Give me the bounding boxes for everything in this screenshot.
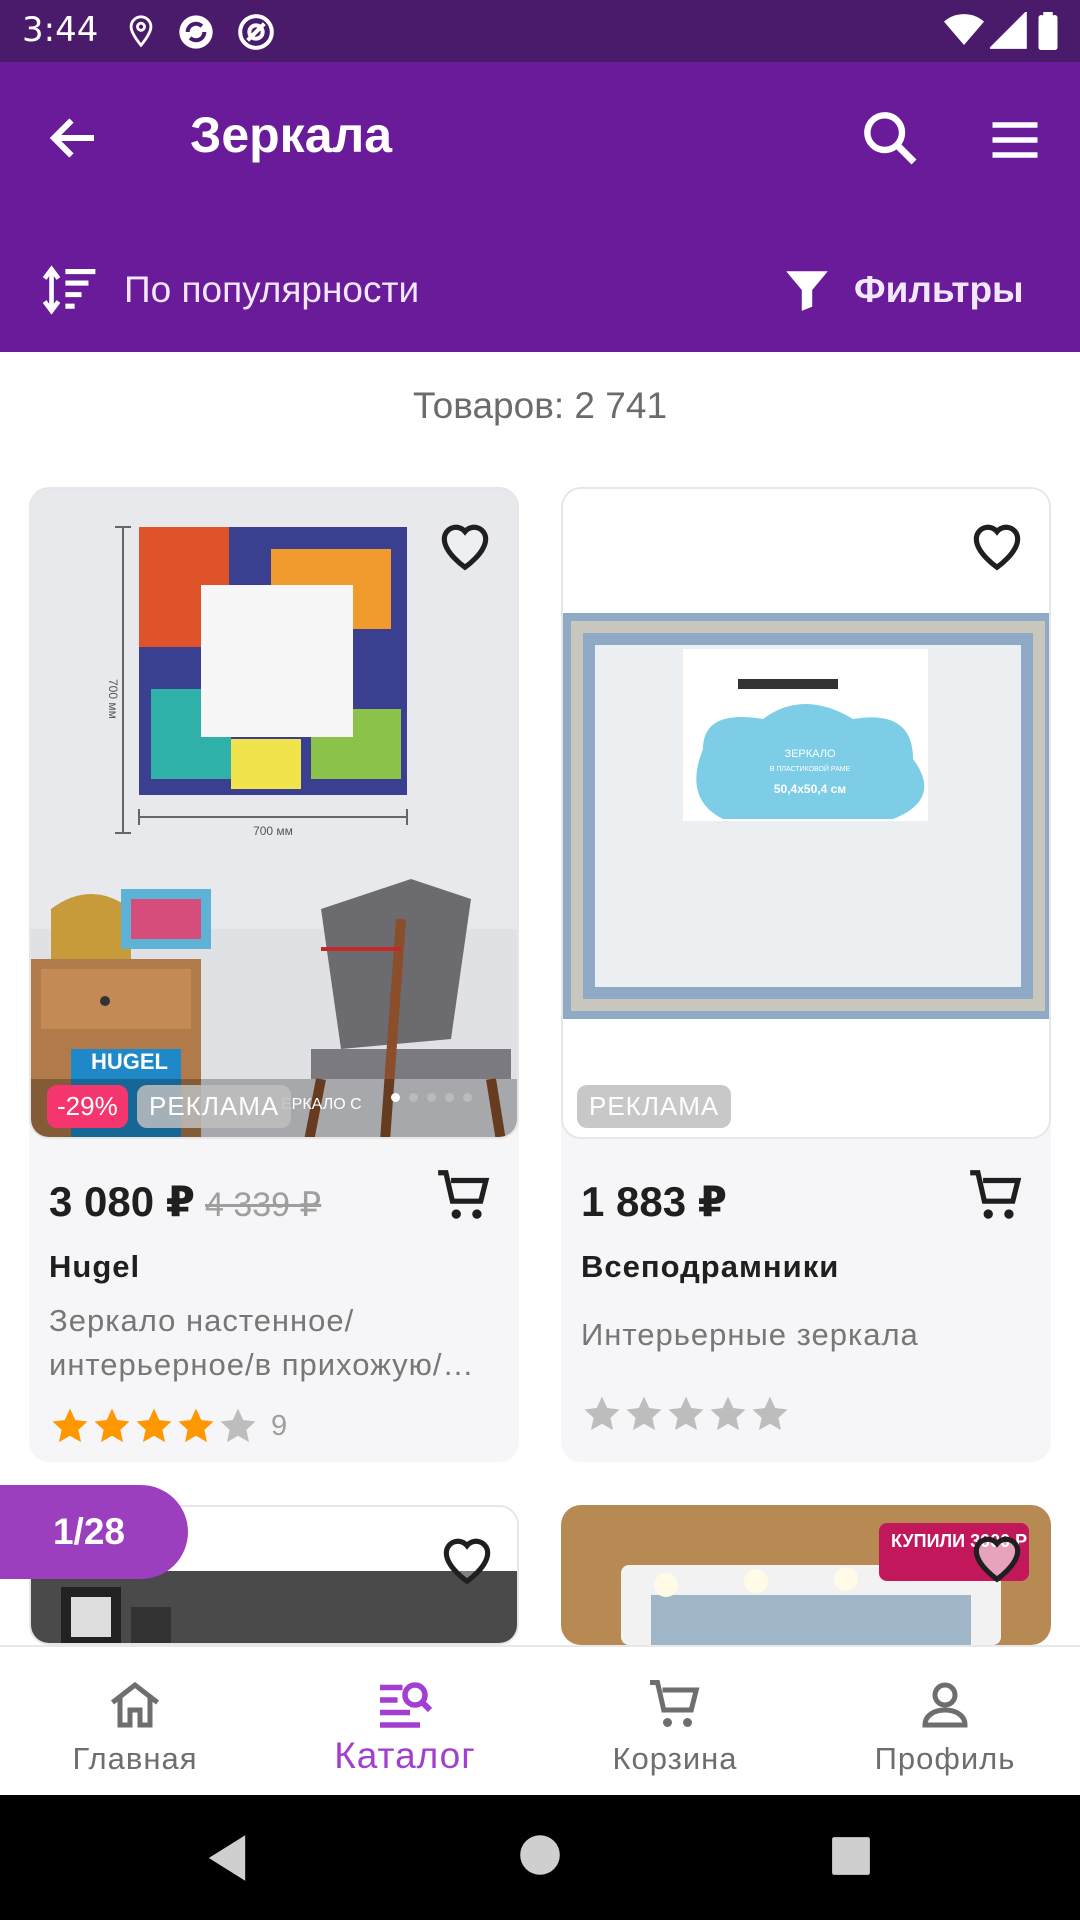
- product-card[interactable]: КУПИЛИ 3000 Р: [561, 1505, 1051, 1645]
- product-card[interactable]: 700 мм 700 мм HUGEL ЕРКАЛО С -29% РЕКЛАМ: [29, 487, 519, 1462]
- product-count: Товаров: 2 741: [412, 385, 668, 426]
- label-line-1: ЗЕРКАЛО: [784, 748, 836, 760]
- price: 1 883 ₽: [581, 1177, 727, 1226]
- back-arrow-icon[interactable]: [44, 108, 104, 168]
- filters-button[interactable]: Фильтры: [782, 250, 1024, 330]
- add-to-cart-icon[interactable]: [433, 1165, 495, 1227]
- star-empty-icon: [668, 1396, 704, 1431]
- page-indicator: 1/28: [0, 1485, 188, 1579]
- nav-item-profile[interactable]: Профиль: [810, 1647, 1080, 1795]
- product-image[interactable]: ЗЕРКАЛО В ПЛАСТИКОВОЙ РАМЕ 50,4x50,4 см …: [561, 487, 1051, 1139]
- battery-icon: [1038, 12, 1058, 50]
- back-triangle-icon[interactable]: [204, 1833, 250, 1883]
- favorite-heart-icon[interactable]: [436, 1527, 498, 1589]
- nav-label: Главная: [72, 1741, 198, 1776]
- signal-icon: [990, 12, 1027, 49]
- favorite-heart-icon[interactable]: [434, 513, 496, 575]
- add-to-cart-icon[interactable]: [965, 1165, 1027, 1227]
- star-empty-icon: [584, 1396, 620, 1431]
- home-icon: [110, 1681, 160, 1728]
- system-navigation-bar: [0, 1795, 1080, 1920]
- sort-label: По популярности: [124, 269, 420, 310]
- star-empty-icon: [710, 1396, 746, 1431]
- page-title: Зеркала: [190, 107, 393, 163]
- status-bar: 3:44: [0, 0, 1080, 62]
- current-price: 3 080 ₽: [49, 1178, 195, 1225]
- product-description: Интерьерные зеркала: [581, 1317, 919, 1352]
- dimension-label-vertical: 700 мм: [106, 679, 120, 719]
- star-filled-icon: [94, 1408, 130, 1443]
- label-line-2: В ПЛАСТИКОВОЙ РАМЕ: [770, 764, 851, 773]
- app-bar: Зеркала По популярности Фильтры: [0, 62, 1080, 352]
- product-description: Зеркало настенное/ интерьерное/в прихожу…: [49, 1303, 475, 1382]
- nav-item-catalog[interactable]: Каталог: [270, 1647, 540, 1795]
- image-caption: ЕРКАЛО С: [281, 1096, 362, 1113]
- star-empty-icon: [626, 1396, 662, 1431]
- sort-button[interactable]: По популярности: [40, 250, 419, 330]
- product-brand: Hugel: [49, 1249, 141, 1284]
- product-image[interactable]: 700 мм 700 мм HUGEL ЕРКАЛО С -29% РЕКЛАМ: [29, 487, 519, 1139]
- menu-icon[interactable]: [985, 110, 1045, 170]
- image-carousel-dots: [391, 1093, 472, 1102]
- filter-icon: [786, 271, 828, 311]
- sort-icon: [42, 265, 96, 315]
- rating-stars: [581, 1393, 791, 1435]
- status-time: 3:44: [22, 10, 99, 50]
- nav-label: Профиль: [874, 1741, 1016, 1776]
- price: 3 080 ₽ 4 339 ₽: [49, 1177, 321, 1226]
- favorite-heart-icon[interactable]: [966, 1525, 1028, 1587]
- star-empty-icon: [752, 1396, 788, 1431]
- image-brand-text: HUGEL: [91, 1049, 168, 1074]
- profile-icon: [922, 1682, 968, 1728]
- nav-item-cart[interactable]: Корзина: [540, 1647, 810, 1795]
- label-line-3: 50,4x50,4 см: [774, 782, 846, 796]
- filters-label: Фильтры: [854, 269, 1024, 310]
- dimension-label-horizontal: 700 мм: [253, 824, 293, 838]
- product-card[interactable]: ЗЕРКАЛО В ПЛАСТИКОВОЙ РАМЕ 50,4x50,4 см …: [561, 487, 1051, 1462]
- star-filled-icon: [52, 1408, 88, 1443]
- star-filled-icon: [136, 1408, 172, 1443]
- recents-square-icon[interactable]: [830, 1835, 872, 1877]
- nav-item-home[interactable]: Главная: [0, 1647, 270, 1795]
- catalog-icon: [380, 1682, 433, 1728]
- ad-badge: РЕКЛАМА: [577, 1085, 732, 1128]
- old-price: 4 339 ₽: [205, 1186, 322, 1224]
- sync-app-icon: [179, 15, 213, 49]
- product-brand: Всеподрамники: [581, 1249, 840, 1284]
- star-filled-icon: [178, 1408, 214, 1443]
- rating-count: 9: [271, 1409, 288, 1442]
- wifi-icon: [944, 14, 984, 45]
- favorite-heart-icon[interactable]: [966, 513, 1028, 575]
- cart-icon: [650, 1680, 700, 1727]
- home-circle-icon[interactable]: [518, 1833, 562, 1877]
- location-icon: [129, 15, 153, 48]
- discount-badge: -29%: [47, 1085, 128, 1128]
- nav-label: Каталог: [334, 1735, 476, 1776]
- ad-badge: РЕКЛАМА: [137, 1085, 292, 1128]
- rating-stars: 9: [49, 1405, 287, 1447]
- star-empty-icon: [220, 1408, 256, 1443]
- at-app-icon: [238, 14, 274, 50]
- current-price: 1 883 ₽: [581, 1178, 727, 1225]
- nav-label: Корзина: [612, 1741, 738, 1776]
- search-icon[interactable]: [858, 106, 922, 170]
- bottom-navigation: Главная Каталог Корзина Профиль: [0, 1645, 1080, 1795]
